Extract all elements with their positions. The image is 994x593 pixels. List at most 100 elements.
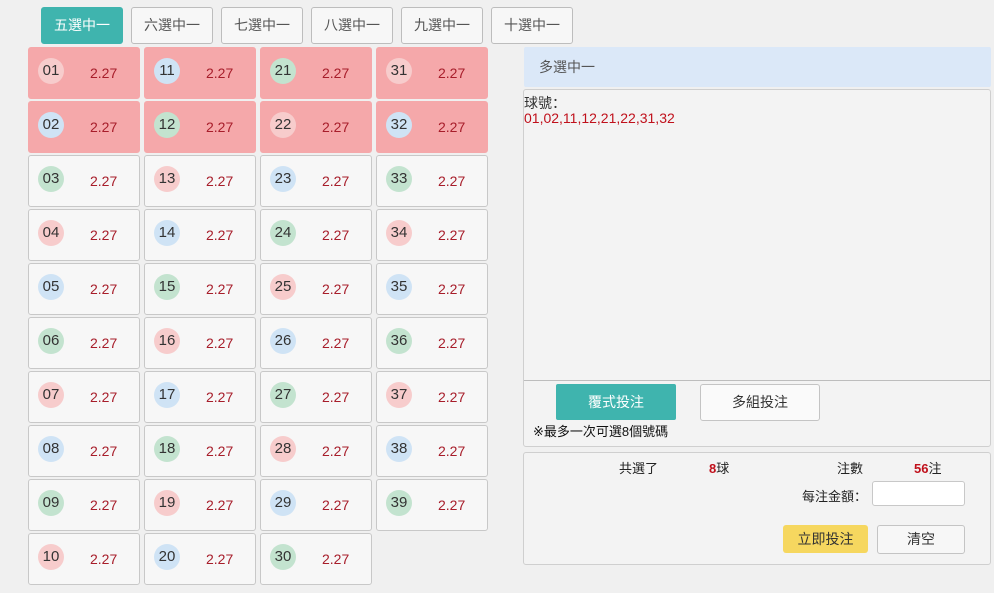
- number-odds: 2.27: [206, 497, 234, 513]
- bet-summary: 共選了 8球 注數 56注 每注金額： 立即投注 清空: [523, 452, 991, 565]
- number-odds: 2.27: [90, 389, 118, 405]
- number-cell-13[interactable]: 13 2.27: [144, 155, 256, 207]
- number-ball: 38: [386, 436, 412, 462]
- number-cell-34[interactable]: 34 2.27: [376, 209, 488, 261]
- number-cell-36[interactable]: 36 2.27: [376, 317, 488, 369]
- number-cell-06[interactable]: 06 2.27: [28, 317, 140, 369]
- number-cell-26[interactable]: 26 2.27: [260, 317, 372, 369]
- number-odds: 2.27: [322, 335, 350, 351]
- number-odds: 2.27: [322, 173, 350, 189]
- number-odds: 2.27: [322, 119, 350, 135]
- number-odds: 2.27: [322, 227, 350, 243]
- number-ball: 29: [270, 490, 296, 516]
- number-cell-38[interactable]: 38 2.27: [376, 425, 488, 477]
- tab-seven-choose-one[interactable]: 七選中一: [221, 7, 303, 44]
- number-ball: 08: [38, 436, 64, 462]
- number-cell-12[interactable]: 12 2.27: [144, 101, 256, 153]
- number-ball: 19: [154, 490, 180, 516]
- number-cell-30[interactable]: 30 2.27: [260, 533, 372, 585]
- amount-per-bet-input[interactable]: [872, 481, 965, 506]
- bets-unit: 注: [928, 461, 942, 476]
- number-odds: 2.27: [90, 497, 118, 513]
- number-odds: 2.27: [90, 335, 118, 351]
- number-cell-28[interactable]: 28 2.27: [260, 425, 372, 477]
- bets-label: 注數: [837, 461, 864, 476]
- number-cell-09[interactable]: 09 2.27: [28, 479, 140, 531]
- number-odds: 2.27: [438, 119, 466, 135]
- selected-unit: 球: [716, 461, 730, 476]
- number-ball: 24: [270, 220, 296, 246]
- number-cell-23[interactable]: 23 2.27: [260, 155, 372, 207]
- number-cell-01[interactable]: 01 2.27: [28, 47, 140, 99]
- number-ball: 18: [154, 436, 180, 462]
- clear-button[interactable]: 清空: [877, 525, 965, 554]
- number-odds: 2.27: [438, 389, 466, 405]
- number-cell-10[interactable]: 10 2.27: [28, 533, 140, 585]
- number-cell-03[interactable]: 03 2.27: [28, 155, 140, 207]
- number-cell-08[interactable]: 08 2.27: [28, 425, 140, 477]
- multi-bet-button[interactable]: 覆式投注: [556, 384, 676, 420]
- number-odds: 2.27: [90, 227, 118, 243]
- number-cell-20[interactable]: 20 2.27: [144, 533, 256, 585]
- number-ball: 23: [270, 166, 296, 192]
- number-ball: 07: [38, 382, 64, 408]
- number-cell-17[interactable]: 17 2.27: [144, 371, 256, 423]
- group-bet-button[interactable]: 多組投注: [700, 384, 820, 421]
- selected-count-group: 8球: [709, 458, 729, 477]
- number-cell-14[interactable]: 14 2.27: [144, 209, 256, 261]
- number-odds: 2.27: [322, 281, 350, 297]
- number-cell-02[interactable]: 02 2.27: [28, 101, 140, 153]
- number-ball: 13: [154, 166, 180, 192]
- number-cell-18[interactable]: 18 2.27: [144, 425, 256, 477]
- number-odds: 2.27: [206, 281, 234, 297]
- number-cell-35[interactable]: 35 2.27: [376, 263, 488, 315]
- number-cell-15[interactable]: 15 2.27: [144, 263, 256, 315]
- number-cell-33[interactable]: 33 2.27: [376, 155, 488, 207]
- tab-eight-choose-one[interactable]: 八選中一: [311, 7, 393, 44]
- number-odds: 2.27: [90, 551, 118, 567]
- number-ball: 04: [38, 220, 64, 246]
- number-ball: 33: [386, 166, 412, 192]
- number-cell-37[interactable]: 37 2.27: [376, 371, 488, 423]
- number-cell-39[interactable]: 39 2.27: [376, 479, 488, 531]
- number-cell-25[interactable]: 25 2.27: [260, 263, 372, 315]
- number-cell-22[interactable]: 22 2.27: [260, 101, 372, 153]
- panel-divider: [524, 380, 990, 381]
- tab-ten-choose-one[interactable]: 十選中一: [491, 7, 573, 44]
- number-ball: 34: [386, 220, 412, 246]
- number-cell-24[interactable]: 24 2.27: [260, 209, 372, 261]
- number-ball: 17: [154, 382, 180, 408]
- tab-six-choose-one[interactable]: 六選中一: [131, 7, 213, 44]
- submit-bet-button[interactable]: 立即投注: [783, 525, 868, 553]
- number-odds: 2.27: [206, 443, 234, 459]
- number-odds: 2.27: [206, 227, 234, 243]
- number-odds: 2.27: [322, 551, 350, 567]
- number-ball: 14: [154, 220, 180, 246]
- number-cell-19[interactable]: 19 2.27: [144, 479, 256, 531]
- bets-count-group: 56注: [914, 458, 941, 477]
- number-cell-29[interactable]: 29 2.27: [260, 479, 372, 531]
- number-ball: 36: [386, 328, 412, 354]
- number-ball: 10: [38, 544, 64, 570]
- tab-nine-choose-one[interactable]: 九選中一: [401, 7, 483, 44]
- number-ball: 22: [270, 112, 296, 138]
- tab-five-choose-one[interactable]: 五選中一: [41, 7, 123, 44]
- number-cell-11[interactable]: 11 2.27: [144, 47, 256, 99]
- number-odds: 2.27: [438, 335, 466, 351]
- number-ball: 15: [154, 274, 180, 300]
- number-odds: 2.27: [438, 443, 466, 459]
- number-cell-07[interactable]: 07 2.27: [28, 371, 140, 423]
- number-cell-21[interactable]: 21 2.27: [260, 47, 372, 99]
- number-odds: 2.27: [438, 65, 466, 81]
- number-ball: 03: [38, 166, 64, 192]
- selected-label: 共選了: [619, 461, 659, 476]
- number-ball: 21: [270, 58, 296, 84]
- number-cell-31[interactable]: 31 2.27: [376, 47, 488, 99]
- number-cell-27[interactable]: 27 2.27: [260, 371, 372, 423]
- number-cell-05[interactable]: 05 2.27: [28, 263, 140, 315]
- number-cell-16[interactable]: 16 2.27: [144, 317, 256, 369]
- number-cell-04[interactable]: 04 2.27: [28, 209, 140, 261]
- number-cell-32[interactable]: 32 2.27: [376, 101, 488, 153]
- number-ball: 37: [386, 382, 412, 408]
- number-odds: 2.27: [90, 281, 118, 297]
